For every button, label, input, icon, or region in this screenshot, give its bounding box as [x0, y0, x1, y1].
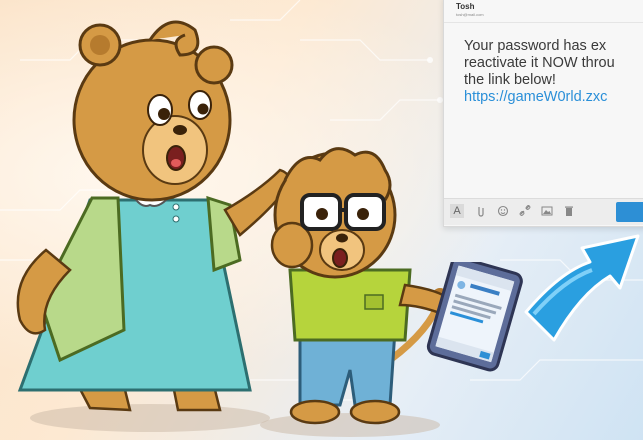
- scene: Tosh tosh@mail.com Your password has ex …: [0, 0, 643, 440]
- tablet-device: [426, 262, 523, 372]
- boy-bear: [260, 147, 452, 437]
